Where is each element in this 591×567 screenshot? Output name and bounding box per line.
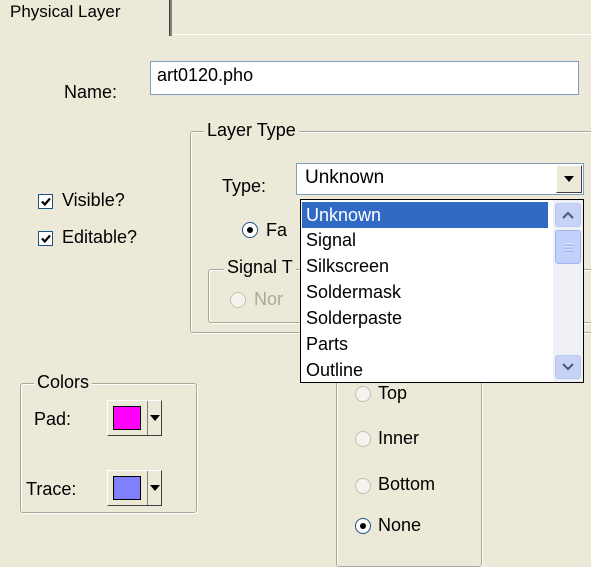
dropdown-item-parts[interactable]: Parts [302, 331, 548, 357]
name-label: Name: [64, 82, 118, 102]
checkmark-icon [41, 197, 51, 207]
dropdown-item-signal[interactable]: Signal [302, 227, 548, 253]
side-radio-bottom-label: Bottom [378, 474, 436, 494]
side-radio-none[interactable] [355, 518, 371, 534]
grip-icon [564, 243, 574, 252]
side-radio-top-label: Top [378, 383, 408, 403]
side-radio-bottom[interactable] [355, 478, 371, 494]
type-label: Type: [222, 176, 267, 196]
scroll-up-button[interactable] [555, 203, 581, 227]
scroll-down-button[interactable] [555, 355, 581, 379]
type-combobox-value: Unknown [305, 167, 385, 188]
layer-type-radio-partial-label: Fa [266, 220, 288, 240]
side-radio-none-label: None [378, 515, 422, 535]
signal-type-legend: Signal T [224, 257, 296, 278]
dropdown-scrollbar[interactable] [553, 200, 583, 382]
tab-divider [172, 34, 591, 35]
checkmark-icon [41, 234, 51, 244]
dropdown-item-unknown[interactable]: Unknown [302, 202, 548, 228]
type-combobox[interactable]: Unknown [296, 163, 584, 195]
chevron-down-icon [562, 363, 574, 371]
visible-checkbox[interactable] [38, 194, 53, 209]
chevron-down-icon [564, 176, 574, 182]
dropdown-item-soldermask[interactable]: Soldermask [302, 279, 548, 305]
trace-label: Trace: [26, 479, 77, 499]
trace-color-divider [147, 471, 148, 505]
trace-color-picker[interactable] [107, 470, 162, 506]
radio-dot-icon [247, 227, 253, 233]
tab-label: Physical Layer [10, 2, 121, 21]
layer-type-radio-partial[interactable] [242, 222, 258, 238]
scroll-thumb[interactable] [555, 230, 581, 264]
radio-dot-icon [360, 523, 366, 529]
dropdown-item-silkscreen[interactable]: Silkscreen [302, 253, 548, 279]
chevron-up-icon [562, 211, 574, 219]
colors-legend: Colors [34, 372, 93, 393]
pad-color-swatch [113, 406, 141, 430]
side-radio-inner[interactable] [355, 431, 371, 447]
editable-checkbox[interactable] [38, 231, 53, 246]
visible-label: Visible? [62, 190, 125, 210]
side-radio-top[interactable] [355, 386, 371, 402]
editable-label: Editable? [62, 227, 138, 247]
chevron-down-icon [150, 485, 160, 491]
pad-label: Pad: [34, 409, 72, 429]
layer-type-legend: Layer Type [204, 120, 299, 141]
dropdown-item-solderpaste[interactable]: Solderpaste [302, 305, 548, 331]
type-dropdown-list[interactable]: Unknown Signal Silkscreen Soldermask Sol… [300, 199, 584, 383]
name-input[interactable]: art0120.pho [150, 61, 579, 95]
signal-radio-none[interactable] [230, 292, 246, 308]
chevron-down-icon [150, 415, 160, 421]
signal-radio-none-label: Nor [254, 289, 284, 309]
dropdown-item-outline[interactable]: Outline [302, 357, 548, 382]
trace-color-swatch [113, 476, 141, 500]
type-dropdown-button[interactable] [556, 165, 582, 193]
pad-color-divider [147, 401, 148, 435]
pad-color-picker[interactable] [107, 400, 162, 436]
side-radio-inner-label: Inner [378, 428, 420, 448]
tab-physical-layer[interactable]: Physical Layer [0, 0, 172, 36]
